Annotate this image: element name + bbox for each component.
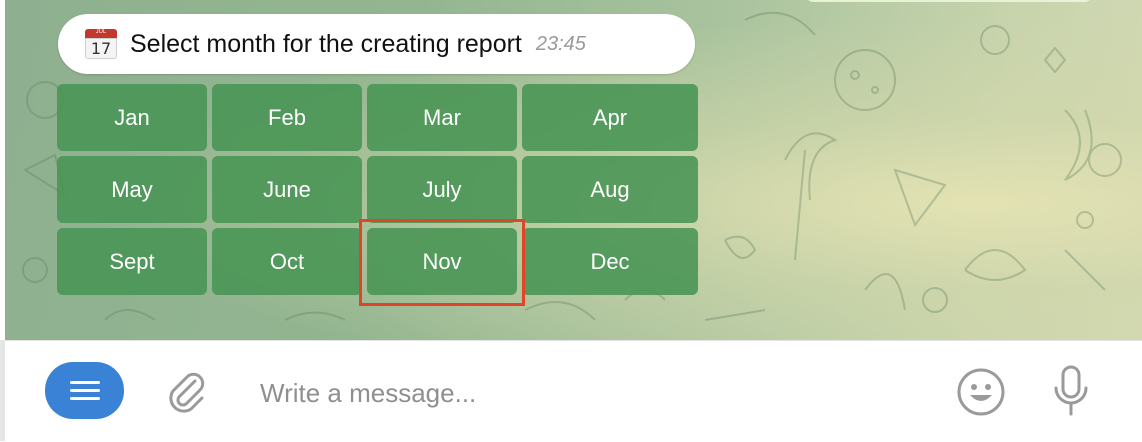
composer-edge (0, 340, 5, 441)
month-button-aug[interactable]: Aug (522, 156, 698, 223)
message-text: Select month for the creating report (130, 29, 522, 58)
calendar-day: 17 (90, 39, 112, 58)
month-button-mar[interactable]: Mar (367, 84, 517, 151)
message-time: 23:45 (535, 32, 586, 55)
month-button-oct[interactable]: Oct (212, 228, 362, 295)
month-button-july[interactable]: July (367, 156, 517, 223)
previous-message-bubble (804, 0, 1094, 2)
month-button-sept[interactable]: Sept (57, 228, 207, 295)
bot-menu-button[interactable] (45, 362, 124, 419)
hamburger-menu-icon (69, 376, 100, 405)
month-button-may[interactable]: May (57, 156, 207, 223)
smiley-icon[interactable] (955, 366, 1007, 418)
calendar-month: JUL (95, 29, 107, 35)
microphone-icon[interactable] (1050, 364, 1092, 418)
bot-message-bubble: JUL 17 Select month for the creating rep… (58, 14, 695, 74)
month-button-dec[interactable]: Dec (522, 228, 698, 295)
month-button-june[interactable]: June (212, 156, 362, 223)
paperclip-icon[interactable] (162, 367, 210, 415)
month-button-nov[interactable]: Nov (367, 228, 517, 295)
message-input[interactable] (258, 372, 922, 414)
calendar-icon: JUL 17 (84, 27, 118, 61)
month-button-apr[interactable]: Apr (522, 84, 698, 151)
month-button-jan[interactable]: Jan (57, 84, 207, 151)
month-button-feb[interactable]: Feb (212, 84, 362, 151)
